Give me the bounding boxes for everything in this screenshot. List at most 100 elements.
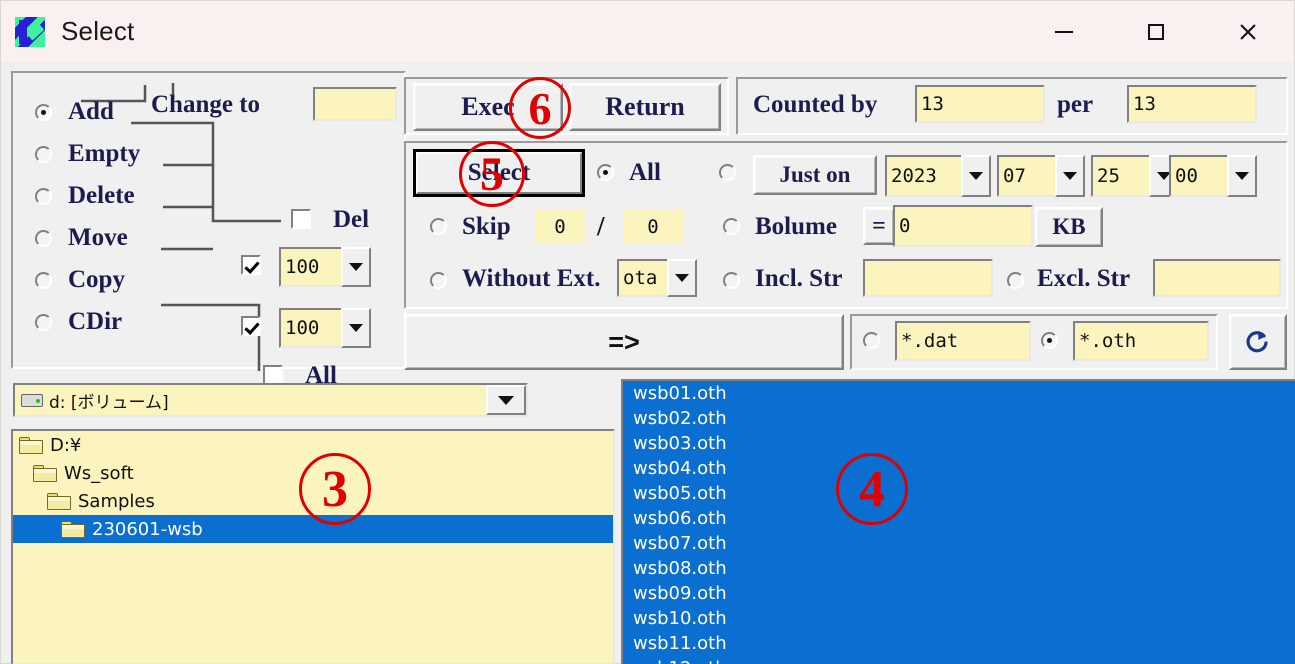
pattern-dat-input[interactable]: *.dat: [895, 321, 1031, 361]
radio-icon[interactable]: [35, 145, 52, 163]
file-list-item[interactable]: wsb05.oth: [623, 481, 1295, 506]
limit-b-value: 100: [279, 308, 341, 348]
drive-combo-value: d: [ボリューム]: [49, 392, 169, 413]
tree-item[interactable]: Samples: [13, 487, 613, 515]
operation-label: Copy: [68, 266, 125, 293]
chevron-down-icon[interactable]: [341, 308, 371, 348]
chevron-down-icon[interactable]: [667, 259, 697, 297]
file-list-item[interactable]: wsb01.oth: [623, 381, 1295, 406]
filter-radio-all[interactable]: [597, 164, 614, 181]
filter-radio-excl-str[interactable]: [1007, 272, 1024, 289]
folder-tree[interactable]: D:¥ Ws_soft Samples 230601-wsb: [11, 429, 615, 664]
limit-a-value: 100: [279, 247, 341, 287]
filter-radio-just-on[interactable]: [719, 164, 736, 181]
window-controls: [1018, 1, 1294, 63]
file-list-item[interactable]: wsb02.oth: [623, 406, 1295, 431]
bolume-input[interactable]: 0: [893, 205, 1033, 247]
drive-combo-value-wrap: d: [ボリューム]: [15, 385, 486, 415]
exec-button[interactable]: Exec: [413, 83, 563, 131]
bolume-unit-button[interactable]: KB: [1035, 207, 1103, 247]
tree-item[interactable]: Ws_soft: [13, 459, 613, 487]
folder-icon: [47, 492, 71, 510]
counted-by-input[interactable]: 13: [915, 85, 1045, 123]
per-input[interactable]: 13: [1127, 85, 1257, 123]
chevron-down-icon[interactable]: [341, 247, 371, 287]
filter-radio-skip[interactable]: [430, 218, 447, 235]
filter-radio-without-ext[interactable]: [430, 272, 447, 289]
skip-to-input[interactable]: 0: [623, 210, 683, 244]
without-ext-combo[interactable]: ota: [617, 259, 697, 297]
pattern-radio-oth[interactable]: [1041, 332, 1058, 349]
radio-icon[interactable]: [35, 187, 52, 205]
file-list[interactable]: wsb01.oth wsb02.oth wsb03.oth wsb04.oth wsb0…: [621, 379, 1295, 664]
radio-icon[interactable]: [35, 313, 52, 331]
limit-a-checkbox[interactable]: [241, 255, 261, 275]
del-label: Del: [333, 206, 370, 233]
pattern-radio-dat[interactable]: [863, 332, 880, 349]
file-list-item[interactable]: wsb04.oth: [623, 456, 1295, 481]
operation-radio-group: Add Empty Delete Move Copy CDir: [35, 91, 140, 343]
operation-radio-copy[interactable]: Copy: [35, 259, 140, 301]
limit-a-combo[interactable]: 100: [279, 247, 371, 287]
operation-radio-delete[interactable]: Delete: [35, 175, 140, 217]
skip-from-input[interactable]: 0: [535, 210, 585, 244]
operation-radio-move[interactable]: Move: [35, 217, 140, 259]
chevron-down-icon[interactable]: [1055, 155, 1085, 197]
maximize-icon[interactable]: [1110, 1, 1202, 63]
counted-by-label: Counted by: [753, 91, 878, 118]
file-list-item[interactable]: wsb09.oth: [623, 581, 1295, 606]
folder-icon: [19, 436, 43, 454]
radio-icon[interactable]: [35, 229, 52, 247]
incl-str-input[interactable]: [863, 259, 993, 297]
skip-label: Skip: [462, 213, 511, 240]
operation-radio-empty[interactable]: Empty: [35, 133, 140, 175]
tree-item-label: D:¥: [50, 434, 82, 456]
tree-item[interactable]: 230601-wsb: [13, 515, 613, 543]
day-combo[interactable]: 25: [1091, 155, 1179, 197]
refresh-button[interactable]: [1229, 314, 1287, 370]
limit-b-checkbox[interactable]: [241, 316, 261, 336]
folder-icon: [61, 520, 85, 538]
operation-radio-add[interactable]: Add: [35, 91, 140, 133]
select-button[interactable]: Select: [413, 149, 585, 197]
chevron-down-icon[interactable]: [1227, 155, 1257, 197]
return-button[interactable]: Return: [569, 83, 721, 131]
chevron-down-icon[interactable]: [961, 155, 991, 197]
file-list-item[interactable]: wsb11.oth: [623, 631, 1295, 656]
operation-label: Delete: [68, 182, 135, 209]
excl-str-input[interactable]: [1153, 259, 1281, 297]
select-button-label: Select: [416, 152, 582, 194]
year-combo[interactable]: 2023: [885, 155, 991, 197]
incl-str-label: Incl. Str: [755, 265, 843, 292]
change-to-input[interactable]: [313, 87, 397, 121]
file-list-item[interactable]: wsb03.oth: [623, 431, 1295, 456]
filter-radio-bolume[interactable]: [723, 218, 740, 235]
close-icon[interactable]: [1202, 1, 1294, 63]
chevron-down-icon[interactable]: [486, 385, 526, 415]
pattern-oth-input[interactable]: *.oth: [1073, 321, 1209, 361]
del-checkbox[interactable]: [291, 209, 311, 229]
select-dialog-window: Select Add Empty Delete Move Copy CDir C…: [0, 0, 1295, 664]
file-list-item[interactable]: wsb08.oth: [623, 556, 1295, 581]
radio-icon[interactable]: [35, 271, 52, 289]
tree-item[interactable]: D:¥: [13, 431, 613, 459]
tree-item-label: Ws_soft: [64, 462, 134, 484]
all-checkbox[interactable]: [263, 365, 283, 385]
hour-combo[interactable]: 00: [1169, 155, 1257, 197]
without-ext-value: ota: [617, 259, 667, 297]
file-list-item[interactable]: wsb12.oth: [623, 656, 1295, 664]
file-list-item[interactable]: wsb06.oth: [623, 506, 1295, 531]
filter-radio-incl-str[interactable]: [723, 272, 740, 289]
just-on-button[interactable]: Just on: [753, 155, 877, 195]
month-combo[interactable]: 07: [997, 155, 1085, 197]
file-list-item[interactable]: wsb10.oth: [623, 606, 1295, 631]
drive-combo[interactable]: d: [ボリューム]: [13, 383, 528, 417]
bolume-operator-button[interactable]: =: [863, 207, 895, 245]
limit-b-combo[interactable]: 100: [279, 308, 371, 348]
file-list-item[interactable]: wsb07.oth: [623, 531, 1295, 556]
operation-radio-cdir[interactable]: CDir: [35, 301, 140, 343]
radio-icon[interactable]: [35, 103, 52, 121]
minimize-icon[interactable]: [1018, 1, 1110, 63]
transfer-button[interactable]: =>: [404, 314, 844, 370]
tree-item-label: Samples: [78, 490, 155, 512]
